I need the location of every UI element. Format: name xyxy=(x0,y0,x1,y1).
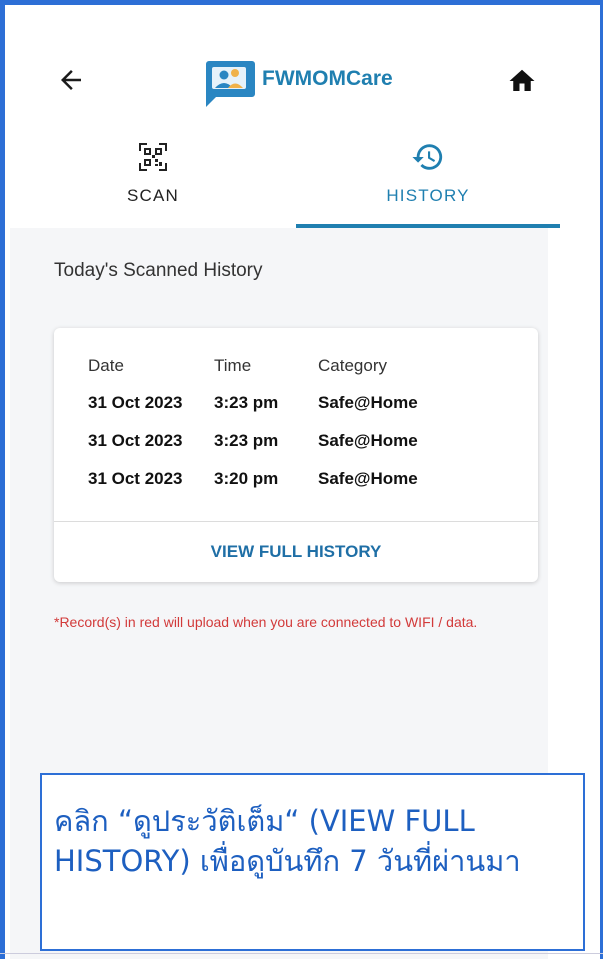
row-time: 3:23 pm xyxy=(214,431,279,450)
column-header-time: Time xyxy=(214,356,252,375)
screenshot-frame: FWMOMCare SCAN HISTORY Today's Scanned H… xyxy=(0,0,603,959)
arrow-left-icon xyxy=(61,70,81,90)
row-date: 31 Oct 2023 xyxy=(88,469,183,488)
app-header: FWMOMCare SCAN HISTORY xyxy=(10,10,560,228)
history-clock-icon xyxy=(412,144,443,170)
row-category: Safe@Home xyxy=(318,431,418,450)
tab-scan[interactable]: SCAN xyxy=(10,128,296,228)
view-full-history-button[interactable]: VIEW FULL HISTORY xyxy=(54,521,538,582)
row-category: Safe@Home xyxy=(318,393,418,412)
row-category: Safe@Home xyxy=(318,469,418,488)
instruction-callout: คลิก “ดูประวัติเต็ม“ (VIEW FULL HISTORY)… xyxy=(40,773,585,951)
home-button[interactable] xyxy=(507,66,537,96)
row-time: 3:23 pm xyxy=(214,393,279,412)
section-title: Today's Scanned History xyxy=(54,260,263,281)
row-time: 3:20 pm xyxy=(214,469,279,488)
row-date: 31 Oct 2023 xyxy=(88,431,183,450)
tab-history-label: HISTORY xyxy=(386,186,470,205)
upload-note: *Record(s) in red will upload when you a… xyxy=(54,614,478,630)
active-tab-indicator xyxy=(296,224,560,228)
qr-code-icon xyxy=(139,143,167,171)
tab-scan-label: SCAN xyxy=(126,186,180,205)
column-header-date: Date xyxy=(88,356,124,375)
chat-people-logo-icon xyxy=(206,61,255,107)
column-header-category: Category xyxy=(318,356,387,375)
back-button[interactable] xyxy=(56,65,86,95)
bottom-divider xyxy=(0,953,603,954)
tab-history[interactable]: HISTORY xyxy=(296,128,560,228)
history-card: Date Time Category 31 Oct 2023 3:23 pm S… xyxy=(54,328,538,582)
row-date: 31 Oct 2023 xyxy=(88,393,183,412)
app-title: FWMOMCare xyxy=(262,67,393,90)
home-icon xyxy=(509,69,535,91)
